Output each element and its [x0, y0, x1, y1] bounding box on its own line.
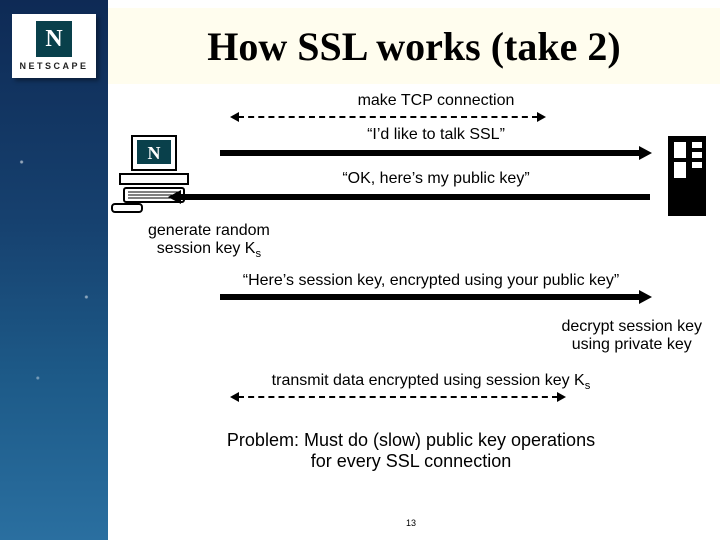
step-generate-key: generate random session key Ks — [148, 222, 270, 260]
arrow-tcp-bidir — [238, 116, 538, 118]
client-computer-icon: N — [110, 134, 202, 221]
step-client-hello-label: “I’d like to talk SSL” — [230, 126, 642, 144]
step-send-key-label: “Here’s session key, encrypted using you… — [170, 272, 692, 290]
arrow-transmit-bidir — [238, 396, 558, 398]
arrow-client-to-server-2 — [220, 294, 640, 300]
decrypt-line1: decrypt session key — [561, 318, 702, 336]
arrow-client-to-server-1 — [220, 150, 640, 156]
slide-title: How SSL works (take 2) — [207, 23, 620, 70]
title-band: How SSL works (take 2) — [108, 8, 720, 84]
problem-line2: for every SSL connection — [110, 451, 712, 472]
page-number: 13 — [110, 518, 712, 528]
step-server-reply-label: “OK, here’s my public key” — [230, 170, 642, 188]
server-icon — [662, 134, 712, 220]
problem-statement: Problem: Must do (slow) public key opera… — [110, 430, 712, 472]
decorative-sidebar — [0, 0, 108, 540]
logo-text: NETSCAPE — [19, 61, 88, 71]
logo-mark: N — [36, 21, 72, 57]
svg-text:N: N — [148, 143, 161, 163]
netscape-logo: N NETSCAPE — [12, 14, 96, 78]
problem-line1: Problem: Must do (slow) public key opera… — [110, 430, 712, 451]
gen-key-line1: generate random — [148, 222, 270, 240]
step-decrypt-key: decrypt session key using private key — [561, 318, 702, 354]
gen-key-line2: session key Ks — [148, 240, 270, 260]
decrypt-line2: using private key — [561, 336, 702, 354]
step-tcp-label: make TCP connection — [230, 92, 642, 110]
step-transmit-label: transmit data encrypted using session ke… — [170, 372, 692, 392]
diagram-area: N make TCP connection “I’d like to talk … — [110, 92, 712, 532]
arrow-server-to-client-1 — [180, 194, 650, 200]
